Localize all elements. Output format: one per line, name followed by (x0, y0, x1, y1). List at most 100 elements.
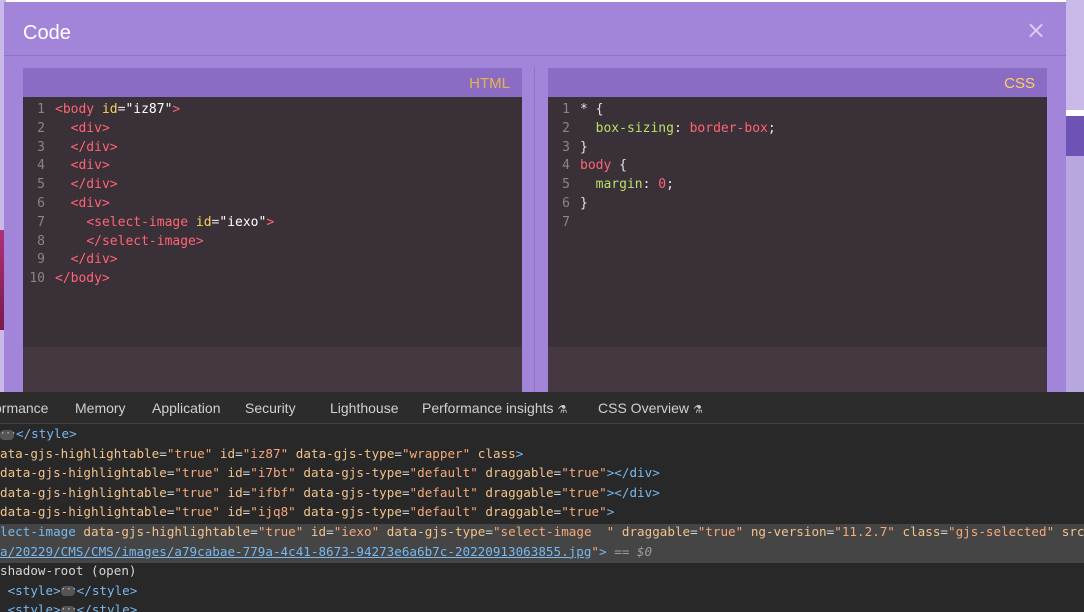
dom-node-selected[interactable]: a/20229/CMS/CMS/images/a79cabae-779a-4c4… (0, 543, 1084, 564)
dom-token: ng-version (750, 524, 827, 539)
devtools-tab-lighthouse[interactable]: Lighthouse (330, 400, 399, 416)
dom-token: "default" (409, 465, 478, 481)
dom-token: "iz87" (242, 445, 289, 461)
html-code-line[interactable]: 10 </body> (23, 270, 522, 289)
html-code-line[interactable]: 6 <div> (23, 195, 522, 214)
panel-fade (23, 347, 522, 392)
devtools-tab-application[interactable]: Application (152, 400, 221, 416)
css-code-line[interactable]: 2 box-sizing: border-box; (548, 120, 1047, 139)
html-code-line[interactable]: 7 <select-image id="iexo"> (23, 214, 522, 233)
dom-token: "true" (561, 484, 607, 500)
code-token: </body> (55, 271, 110, 287)
code-token: ; (666, 177, 674, 193)
css-code-line[interactable]: 3} (548, 139, 1047, 158)
html-code-line[interactable]: 3 </div> (23, 139, 522, 158)
css-code-line[interactable]: 5 margin: 0; (548, 176, 1047, 195)
devtools-tab-security[interactable]: Security (245, 400, 296, 416)
line-number: 2 (562, 120, 570, 136)
line-number: 2 (37, 120, 45, 136)
dom-token: "true" (174, 465, 220, 481)
line-number: 7 (37, 214, 45, 230)
html-code-line[interactable]: 5 </div> (23, 176, 522, 195)
dom-node[interactable]: <style>···</style> (0, 602, 1084, 612)
dom-token: lect-image (0, 524, 76, 539)
devtools-tab-css-overview[interactable]: CSS Overview ⚗ (598, 400, 703, 416)
dom-token: data-gjs-highlightable (0, 484, 167, 500)
dom-token (470, 446, 478, 461)
expand-ellipsis-icon[interactable]: ··· (0, 429, 16, 440)
code-token: <div> (70, 158, 110, 174)
panel-divider[interactable] (534, 68, 535, 392)
code-token: <div> (70, 120, 110, 136)
dom-token: class (902, 524, 941, 539)
expand-ellipsis-icon[interactable]: ··· (60, 605, 77, 612)
code-text: * { (580, 101, 603, 120)
line-number: 3 (37, 139, 45, 155)
devtools-tab-ormance[interactable]: ormance (0, 400, 48, 416)
css-code-line[interactable]: 4 body { (548, 157, 1047, 176)
devtools-tab-performance-insights[interactable]: Performance insights ⚗ (422, 400, 567, 416)
css-code-line[interactable]: 6} (548, 195, 1047, 214)
expand-ellipsis-icon[interactable]: ··· (60, 586, 77, 597)
dom-node[interactable]: ···</style> (0, 426, 1084, 446)
line-number: 3 (562, 139, 570, 155)
html-code-line[interactable]: 1 <body id="iz87"> (23, 101, 522, 120)
html-code-line[interactable]: 9 </div> (23, 251, 522, 270)
dom-token (212, 446, 220, 461)
close-icon[interactable]: × (1026, 16, 1046, 44)
devtools-tab-memory[interactable]: Memory (75, 400, 126, 416)
dom-node[interactable]: data-gjs-highlightable="true" id="ijq8" … (0, 504, 1084, 524)
code-token: <select-image (86, 214, 196, 230)
dom-token: data-gjs-type (303, 484, 402, 500)
css-code-line[interactable]: 1 * { (548, 101, 1047, 120)
dom-token (220, 485, 228, 500)
css-code-editor[interactable]: 1 * {2 box-sizing: border-box; 3} 4 body {5 … (548, 101, 1047, 233)
line-number: 5 (562, 177, 570, 193)
dom-token: "ifbf" (250, 484, 296, 500)
code-text: <div> (55, 120, 110, 139)
html-code-line[interactable]: 4 <div> (23, 157, 522, 176)
dom-node[interactable]: data-gjs-highlightable="true" id="ifbf" … (0, 485, 1084, 505)
dom-node[interactable]: ata-gjs-highlightable="true" id="iz87" d… (0, 446, 1084, 466)
html-code-panel[interactable]: HTML 1 <body id="iz87"> 2 <div> 3 </div> 4 <… (23, 68, 522, 392)
css-code-line[interactable]: 7 (548, 214, 1047, 233)
code-text: } (580, 139, 588, 158)
dom-token: = (250, 524, 258, 539)
code-token: <div> (70, 195, 110, 211)
code-token: margin (595, 177, 643, 193)
dom-node[interactable]: shadow-root (open) (0, 563, 1084, 583)
dom-token: draggable (485, 484, 554, 500)
dom-node[interactable]: <style>···</style> (0, 583, 1084, 603)
code-token: > (266, 214, 275, 230)
dom-token: = (940, 524, 949, 539)
dom-token: data-gjs-type (303, 465, 402, 481)
code-modal: Code × HTML 1 <body id="iz87"> 2 <div> 3 </… (4, 2, 1066, 392)
dom-token: "wrapper" (401, 445, 471, 461)
html-code-editor[interactable]: 1 <body id="iz87"> 2 <div> 3 </div> 4 <div> 5… (23, 101, 522, 289)
line-number: 7 (562, 214, 570, 230)
dom-attr-link[interactable]: a/20229/CMS/CMS/images/a79cabae-779a-4c4… (0, 544, 591, 559)
code-text: } (580, 195, 588, 214)
css-code-panel[interactable]: CSS 1 * {2 box-sizing: border-box; 3} 4 body… (548, 68, 1047, 392)
html-code-line[interactable]: 2 <div> (23, 120, 522, 139)
dom-token: shadow-root (open) (0, 563, 137, 579)
dom-token: " (591, 543, 599, 559)
html-code-line[interactable]: 8 </select-image> (23, 233, 522, 252)
html-panel-label: HTML (469, 75, 510, 92)
devtools-tab-label: Application (152, 400, 221, 416)
devtools-panel: ormance Memory Application Security Lighthou… (0, 392, 1084, 612)
dom-node-selected[interactable]: lect-image data-gjs-highlightable="true"… (0, 524, 1084, 544)
dom-token: <style> (7, 602, 61, 612)
dom-node[interactable]: data-gjs-highlightable="true" id="i7bt" … (0, 465, 1084, 485)
dom-token: </style> (76, 602, 138, 612)
line-number: 6 (562, 195, 570, 211)
code-token: : (673, 120, 690, 136)
html-panel-header: HTML (23, 68, 522, 97)
dom-token: "default" (409, 484, 478, 500)
code-token: > (172, 102, 181, 117)
